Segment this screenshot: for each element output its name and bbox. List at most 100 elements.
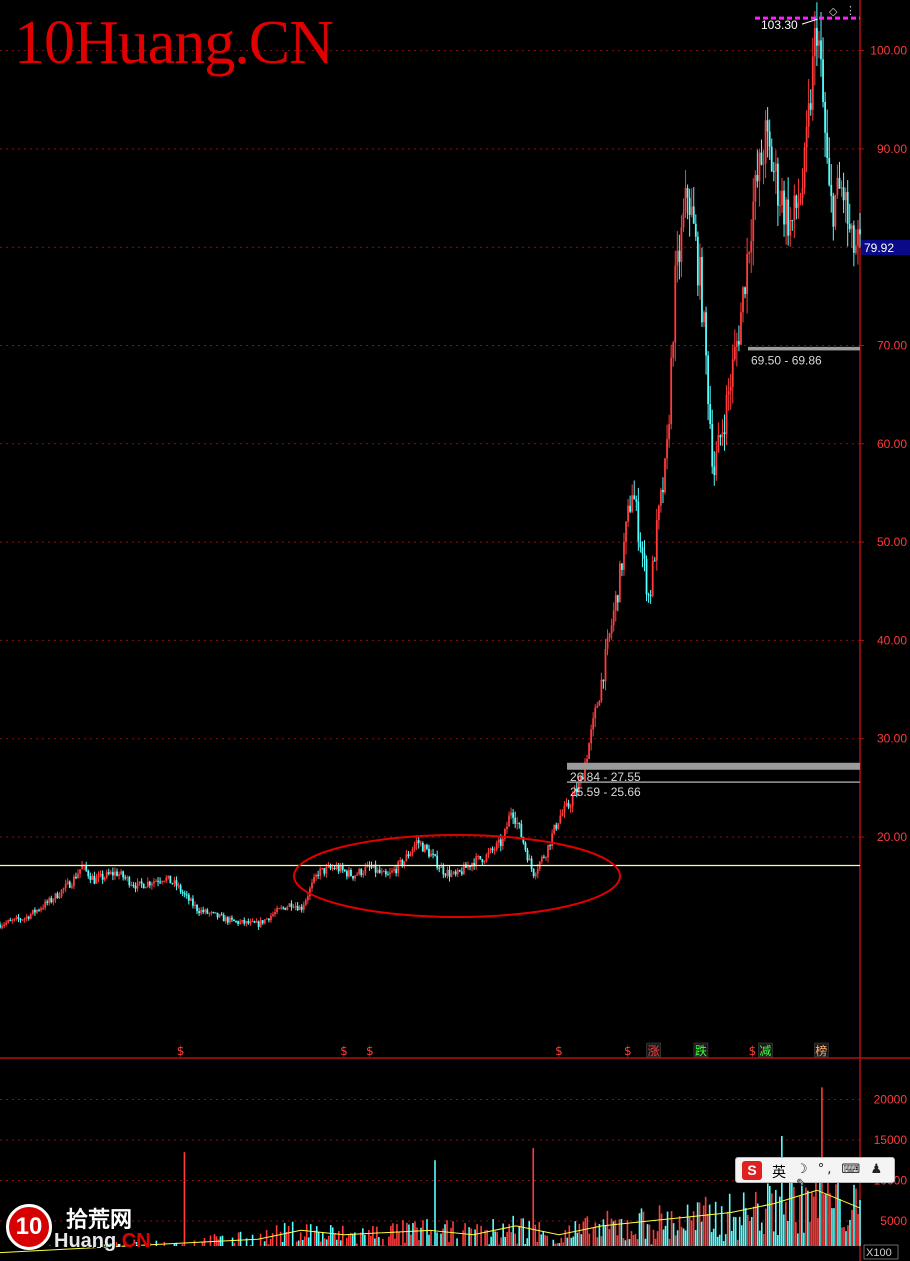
volume-bar bbox=[217, 1239, 220, 1246]
volume-bar bbox=[785, 1202, 787, 1246]
volume-bar bbox=[592, 1227, 595, 1246]
candle-body bbox=[278, 908, 281, 910]
candle-body bbox=[233, 919, 235, 922]
volume-bar bbox=[750, 1216, 753, 1246]
candle-body bbox=[807, 103, 810, 127]
candle-body bbox=[345, 871, 348, 877]
candle-body bbox=[686, 188, 689, 198]
volume-bar bbox=[496, 1231, 498, 1246]
candle-body bbox=[306, 896, 309, 901]
volume-bar bbox=[492, 1219, 494, 1246]
candle-body bbox=[161, 881, 164, 883]
volume-bar bbox=[440, 1233, 442, 1246]
ime-logo-icon[interactable]: S bbox=[742, 1161, 762, 1180]
candle-body bbox=[114, 871, 116, 876]
candle-body bbox=[711, 423, 714, 467]
volume-bar bbox=[726, 1211, 729, 1246]
candle-body bbox=[557, 823, 560, 829]
candle-body bbox=[111, 872, 114, 876]
price-tick-label: 100.00 bbox=[870, 44, 907, 58]
volume-bar bbox=[446, 1220, 448, 1246]
candle-body bbox=[477, 856, 480, 858]
candle-body bbox=[1, 925, 3, 928]
volume-bar bbox=[572, 1236, 575, 1246]
candle-body bbox=[779, 205, 781, 207]
candle-body bbox=[530, 858, 533, 869]
volume-bar bbox=[506, 1232, 508, 1246]
volume-bar bbox=[456, 1238, 458, 1246]
candle-body bbox=[360, 869, 363, 876]
volume-bar bbox=[843, 1227, 845, 1246]
candle-body bbox=[48, 898, 51, 903]
candle-body bbox=[331, 867, 334, 869]
candle-body bbox=[19, 919, 22, 921]
candle-body bbox=[107, 872, 110, 874]
candle-body bbox=[99, 873, 102, 876]
candle-body bbox=[140, 881, 143, 884]
candle-body bbox=[40, 908, 42, 911]
candle-body bbox=[397, 861, 400, 874]
volume-bar bbox=[672, 1223, 675, 1246]
candle-body bbox=[315, 874, 317, 877]
price-zone-label: 25.59 - 25.66 bbox=[570, 785, 641, 799]
candle-body bbox=[852, 225, 855, 253]
volume-bar bbox=[660, 1213, 663, 1246]
volume-bar bbox=[781, 1135, 783, 1246]
volume-bar bbox=[616, 1235, 619, 1246]
volume-bar bbox=[768, 1185, 771, 1246]
candle-body bbox=[294, 905, 297, 908]
candle-body bbox=[218, 914, 221, 918]
ime-language-toggle[interactable]: 英 bbox=[772, 1162, 786, 1182]
volume-bar bbox=[450, 1227, 452, 1246]
candle-body bbox=[222, 914, 225, 922]
candle-body bbox=[705, 312, 707, 356]
candle-body bbox=[29, 914, 32, 919]
chart-overlays: 69.50 - 69.8626.84 - 27.5525.59 - 25.661… bbox=[0, 4, 860, 918]
candle-body bbox=[688, 197, 691, 215]
candle-body bbox=[692, 206, 695, 224]
volume-bar bbox=[724, 1234, 727, 1246]
candle-body bbox=[31, 909, 34, 915]
candle-body bbox=[181, 891, 184, 894]
ime-tool-icons[interactable]: ☽ °, ⌨ ♟ ✎ bbox=[796, 1162, 894, 1192]
volume-bar bbox=[678, 1216, 681, 1246]
candle-body bbox=[793, 195, 796, 221]
volume-bar bbox=[321, 1232, 324, 1246]
volume-bar bbox=[706, 1213, 709, 1246]
candle-body bbox=[528, 858, 531, 861]
candle-body bbox=[701, 256, 703, 323]
candle-body bbox=[783, 190, 785, 225]
price-zone-band bbox=[567, 762, 860, 770]
candle-body bbox=[518, 822, 521, 825]
candle-body bbox=[532, 868, 535, 877]
candle-body bbox=[124, 877, 127, 879]
candle-body bbox=[317, 874, 320, 876]
candle-body bbox=[105, 872, 108, 878]
candle-body bbox=[717, 435, 720, 453]
candle-body bbox=[483, 861, 486, 863]
candle-body bbox=[337, 866, 340, 872]
candle-body bbox=[42, 907, 45, 909]
candle-body bbox=[830, 184, 833, 196]
volume-bar bbox=[658, 1205, 661, 1246]
candle-body bbox=[709, 404, 712, 424]
volume-bar bbox=[606, 1210, 609, 1246]
candle-body bbox=[350, 870, 352, 877]
candle-body bbox=[103, 877, 106, 880]
candle-body bbox=[23, 918, 26, 920]
volume-bar bbox=[263, 1241, 266, 1246]
volume-bar bbox=[562, 1242, 565, 1246]
candle-body bbox=[625, 521, 627, 542]
event-marker: $ bbox=[177, 1044, 185, 1058]
volume-bar bbox=[662, 1229, 665, 1246]
candle-body bbox=[142, 883, 145, 889]
ime-toolbar[interactable]: S 英 ☽ °, ⌨ ♟ ✎ bbox=[735, 1157, 895, 1192]
volume-bar bbox=[155, 1240, 158, 1246]
candle-body bbox=[832, 195, 835, 227]
candle-body bbox=[508, 815, 510, 827]
volume-bar bbox=[636, 1239, 639, 1246]
volume-bar bbox=[287, 1226, 290, 1246]
volume-bar bbox=[568, 1225, 571, 1246]
candle-body bbox=[602, 679, 605, 682]
candle-body bbox=[635, 499, 638, 502]
